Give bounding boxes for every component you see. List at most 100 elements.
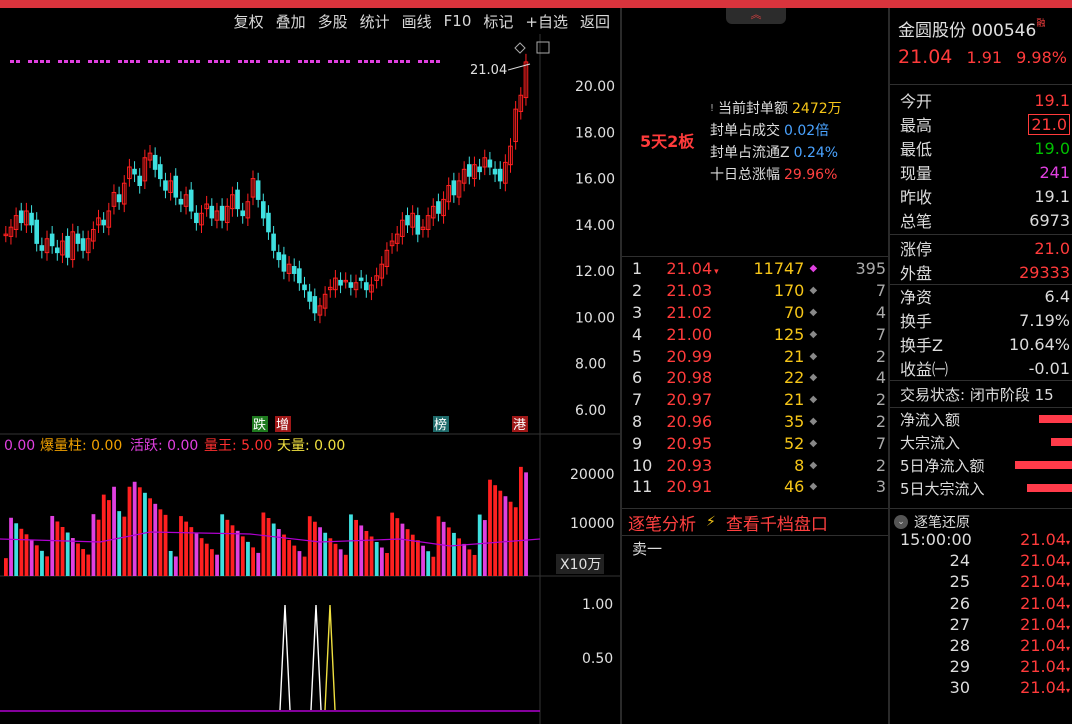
- signal-dot: [280, 60, 284, 63]
- order-volume-text: 70: [784, 302, 805, 322]
- signal-dot: [394, 60, 398, 63]
- candle-body: [75, 233, 81, 244]
- volume-bar: [132, 481, 137, 576]
- order-book-row[interactable]: 1 21.04 ▾ 11747 ◆ 395: [622, 258, 888, 280]
- order-level: 10: [622, 454, 652, 476]
- signal-dot: [364, 60, 368, 63]
- toolbar-tongji[interactable]: 统计: [354, 11, 396, 32]
- volume-bar: [143, 492, 147, 576]
- volume-bar: [204, 543, 209, 576]
- order-book-row[interactable]: 4 21.00 125 ◆ 7: [622, 323, 888, 345]
- signal-dot: [274, 60, 278, 63]
- order-book-row[interactable]: 6 20.98 22 ◆ 4: [622, 367, 888, 389]
- toolbar-diejia[interactable]: 叠加: [270, 11, 312, 32]
- tick-restore-header[interactable]: ⌄ 逐笔还原: [894, 512, 970, 532]
- diamond-icon: ◆: [804, 367, 822, 389]
- volume-bar: [251, 547, 255, 576]
- stat-row: 昨收 19.1: [900, 184, 1070, 208]
- order-book-row[interactable]: 5 20.99 21 ◆ 2: [622, 345, 888, 367]
- order-volume-text: 22: [784, 368, 805, 388]
- toolbar-biaoji[interactable]: 标记: [477, 11, 519, 32]
- collapse-toggle-icon[interactable]: ︽: [726, 8, 786, 24]
- stat-value: 241: [1039, 162, 1070, 182]
- order-count-text: 7: [875, 324, 886, 344]
- order-count-text: 2: [875, 411, 886, 431]
- toolbar-huaxian[interactable]: 画线: [396, 11, 438, 32]
- signal-dot: [424, 60, 428, 63]
- tick-time: 27: [949, 614, 970, 634]
- diamond-icon-text: ◆: [809, 481, 818, 493]
- order-price-text: 20.96: [666, 411, 713, 431]
- tick-time: 29: [949, 657, 970, 677]
- signal-dot: [130, 60, 134, 63]
- volume-bar: [446, 527, 451, 576]
- tick-price-value: 21.04: [1020, 572, 1066, 592]
- signal-dot: [88, 60, 92, 63]
- order-book-row[interactable]: 8 20.96 35 ◆ 2: [622, 411, 888, 433]
- volume-bar: [271, 523, 276, 576]
- tab-tick-analysis[interactable]: 逐笔分析: [628, 510, 696, 535]
- candle-body: [436, 201, 441, 214]
- volume-bar: [426, 551, 431, 576]
- candle-body: [497, 168, 503, 182]
- order-volume-text: 21: [784, 390, 805, 410]
- toolbar-add-watchlist[interactable]: +自选: [519, 11, 574, 32]
- tab-thousand-depth[interactable]: 查看千档盘口: [726, 510, 828, 535]
- tick-restore-title: 逐笔还原: [914, 515, 970, 531]
- volume-bar: [215, 554, 219, 576]
- signal-dot: [16, 60, 20, 63]
- order-level: 5: [622, 345, 652, 367]
- order-count-text: 7: [875, 433, 886, 453]
- order-book-row[interactable]: 2 21.03 170 ◆ 7: [622, 280, 888, 302]
- chevron-down-icon[interactable]: ⌄: [894, 515, 908, 529]
- order-book-row[interactable]: 7 20.97 21 ◆ 2: [622, 389, 888, 411]
- candle-body: [34, 219, 40, 244]
- volume-bar: [436, 516, 441, 576]
- volume-bar: [472, 554, 477, 576]
- order-price-text: 21.04: [666, 259, 713, 279]
- order-price-text: 20.93: [666, 455, 713, 475]
- candle-body: [405, 215, 410, 226]
- volume-bar: [405, 529, 410, 576]
- order-book-row[interactable]: 10 20.93 8 ◆ 2: [622, 454, 888, 476]
- tick-row: 29 21.04▾: [900, 657, 1070, 678]
- signal-spike: [310, 604, 322, 711]
- volume-bar: [76, 543, 80, 576]
- down-arrow-icon: ▾: [1065, 686, 1070, 696]
- candle-body: [173, 175, 179, 198]
- signal-dot: [358, 60, 362, 63]
- seal-value: 0.24%: [793, 145, 839, 161]
- tick-time: 30: [949, 678, 970, 698]
- order-book-row[interactable]: 11 20.91 46 ◆ 3: [622, 476, 888, 498]
- order-level-text: 2: [632, 281, 643, 301]
- volume-bar: [307, 516, 312, 576]
- event-tag-label: 跌: [253, 417, 266, 433]
- volume-bar: [19, 528, 24, 576]
- candle-body: [281, 254, 287, 272]
- order-book-row[interactable]: 3 21.02 70 ◆ 4: [622, 302, 888, 324]
- tick-time: 15:00:00: [900, 530, 972, 549]
- order-price-text: 20.99: [666, 346, 713, 366]
- fund-flow-row: 5日大宗流入: [900, 477, 1072, 499]
- signal-dot: [166, 60, 170, 63]
- kline-chart[interactable]: 20.00 18.00 16.00 14.00 12.00 10.00 8.00 6.00 21…: [0, 34, 620, 724]
- toolbar-fuquan[interactable]: 复权: [228, 11, 270, 32]
- order-count: 7: [822, 432, 888, 454]
- order-book-row[interactable]: 9 20.95 52 ◆ 7: [622, 432, 888, 454]
- trade-status: 交易状态: 闭市阶段 15: [900, 382, 1070, 406]
- order-level-text: 5: [632, 346, 643, 366]
- volume-bar: [24, 534, 29, 576]
- tick-price: 21.04▾: [1020, 615, 1070, 636]
- candle-body: [276, 252, 282, 261]
- fund-flow-bar: [1039, 415, 1072, 423]
- event-tag-label: 增: [276, 418, 289, 433]
- seal-label: 封单占流通Z: [710, 145, 790, 161]
- toolbar-duogu[interactable]: 多股: [312, 11, 354, 32]
- order-volume: 11747: [732, 258, 804, 280]
- toolbar-back[interactable]: 返回: [574, 11, 616, 32]
- candle-body: [338, 279, 343, 286]
- tick-row: 27 21.04▾: [900, 615, 1070, 636]
- stat-value: 7.19%: [1019, 310, 1070, 330]
- toolbar-f10[interactable]: F10: [438, 12, 478, 30]
- candle-body: [271, 233, 276, 251]
